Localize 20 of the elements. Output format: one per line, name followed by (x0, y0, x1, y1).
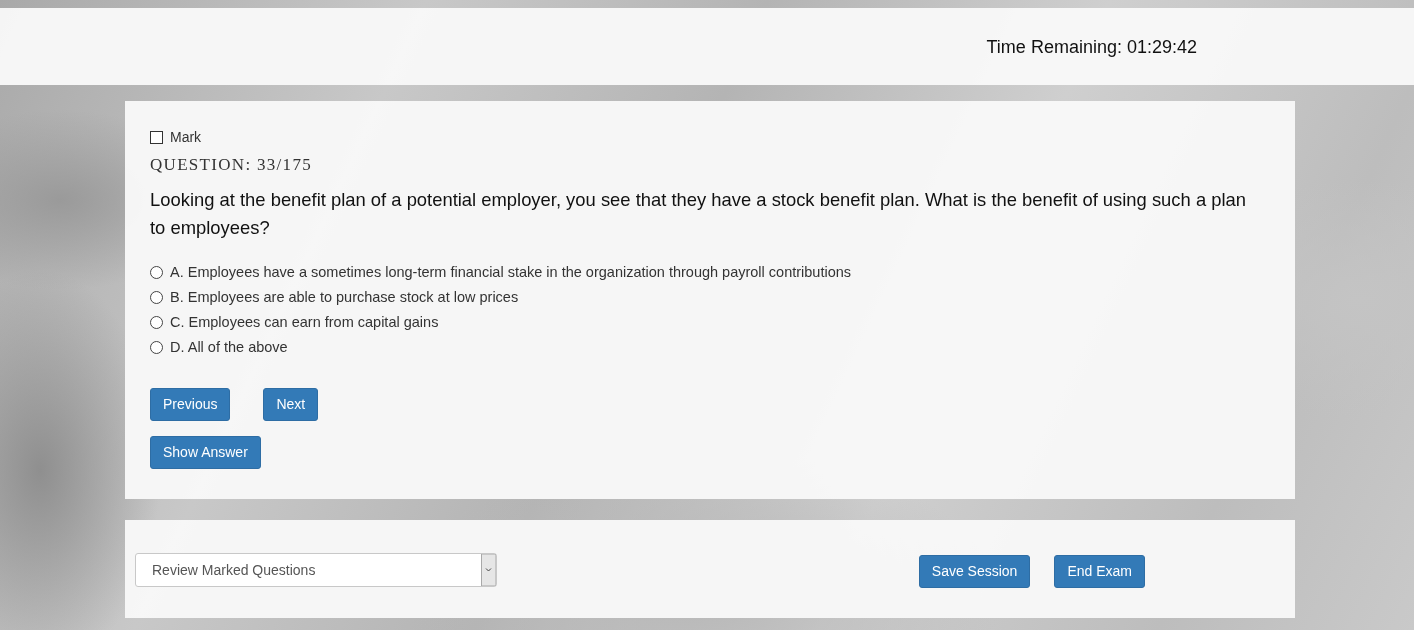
radio-button[interactable] (150, 316, 163, 329)
option-label[interactable]: D. All of the above (170, 336, 288, 359)
mark-checkbox[interactable] (150, 130, 163, 144)
question-text: Looking at the benefit plan of a potential employer, you see that they have a stock benefit plan. What is the benefit of using such a plan to employees? (150, 188, 1247, 240)
end-exam-button[interactable]: End Exam (1054, 554, 1145, 588)
review-select[interactable]: Review Marked Questions (135, 553, 497, 587)
time-remaining: Time Remaining: 01:29:42 (986, 35, 1197, 59)
radio-button[interactable] (150, 291, 163, 304)
show-answer-button[interactable]: Show Answer (150, 436, 261, 469)
save-session-button[interactable]: Save Session (918, 554, 1031, 588)
option-label[interactable]: B. Employees are able to purchase stock at low prices (170, 286, 519, 309)
mark-label[interactable]: Mark (170, 126, 202, 148)
radio-button[interactable] (150, 341, 163, 354)
option-label[interactable]: C. Employees can earn from capital gains (170, 311, 439, 334)
previous-button[interactable]: Previous (150, 388, 231, 421)
next-button[interactable]: Next (263, 388, 319, 421)
caret-icon (481, 554, 496, 586)
radio-button[interactable] (150, 266, 163, 279)
option-label[interactable]: A. Employees have a sometimes long-term financial stake in the organization through payroll contributions (170, 261, 852, 284)
question-number: QUESTION: 33/175 (150, 154, 313, 176)
